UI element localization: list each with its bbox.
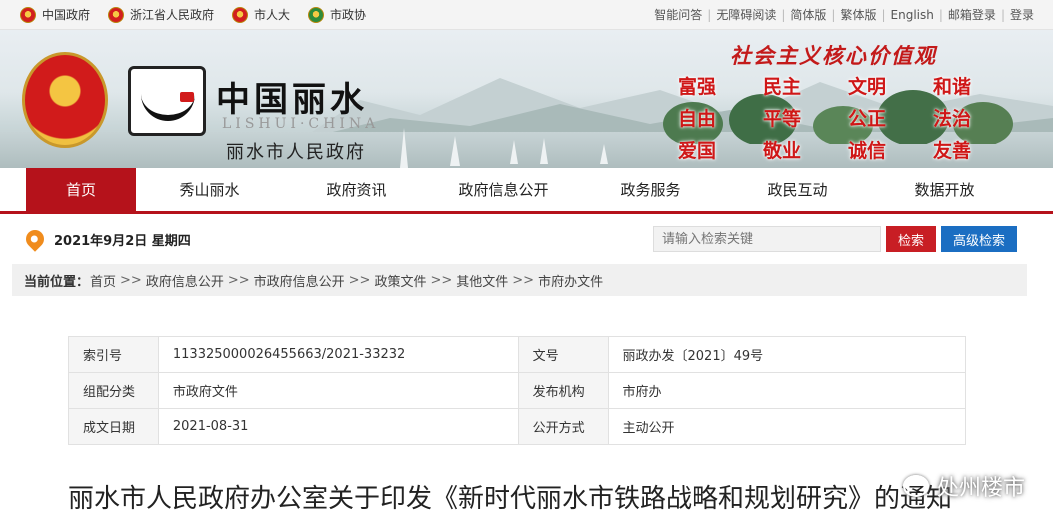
national-emblem-icon xyxy=(232,6,249,23)
current-date: 2021年9月2日 星期四 xyxy=(22,226,191,252)
date-text: 2021年9月2日 星期四 xyxy=(54,233,191,249)
core-value: 公正 xyxy=(848,108,887,130)
core-values-grid: 富强 民主 文明 和谐 自由 平等 公正 法治 爱国 敬业 诚信 友善 xyxy=(672,72,1012,163)
national-emblem-icon xyxy=(108,6,125,23)
breadcrumb-prefix: 当前位置： xyxy=(24,274,90,290)
top-bar: 中国政府 浙江省人民政府 市人大 市政协 智能问答 | 无障碍阅读 | 简体版 | 繁… xyxy=(0,0,1053,30)
search-area: 检索 高级检索 xyxy=(652,226,1017,252)
nav-interaction[interactable]: 政民互动 xyxy=(724,168,871,211)
util-simplified[interactable]: 简体版 xyxy=(785,6,831,23)
location-pin-icon xyxy=(22,226,48,252)
core-value: 法治 xyxy=(933,108,972,130)
main-nav: 首页 秀山丽水 政府资讯 政府信息公开 政务服务 政民互动 数据开放 xyxy=(0,168,1053,214)
document-title: 丽水市人民政府办公室关于印发《新时代丽水市铁路战略和规划研究》的通知 xyxy=(68,484,953,514)
info-value: 丽政办发〔2021〕49号 xyxy=(607,336,966,373)
core-value: 富强 xyxy=(678,76,717,98)
table-row: 成文日期 2021-08-31 公开方式 主动公开 xyxy=(68,408,966,445)
search-button[interactable]: 检索 xyxy=(885,226,936,252)
breadcrumb-separator: >> xyxy=(512,272,535,288)
header-banner: 中国丽水 LISHUI·CHINA 丽水市人民政府 社会主义核心价值观 富强 民… xyxy=(0,30,1053,168)
core-value: 文明 xyxy=(848,76,887,98)
national-emblem-icon xyxy=(22,52,108,148)
nav-info-disclosure[interactable]: 政府信息公开 xyxy=(430,168,577,211)
info-value: 市政府文件 xyxy=(157,372,519,409)
info-value: 市府办 xyxy=(607,372,966,409)
wechat-icon xyxy=(902,475,929,497)
lishui-logo-icon[interactable] xyxy=(128,66,206,136)
nav-gov-news[interactable]: 政府资讯 xyxy=(283,168,430,211)
breadcrumb-item[interactable]: 其他文件 xyxy=(455,271,509,290)
core-value: 爱国 xyxy=(678,140,717,162)
link-npc[interactable]: 市人大 xyxy=(232,6,290,23)
breadcrumb-separator: >> xyxy=(120,272,142,288)
logo-subtitle: 丽水市人民政府 xyxy=(226,142,366,163)
table-row: 组配分类 市政府文件 发布机构 市府办 xyxy=(68,372,966,409)
info-key: 成文日期 xyxy=(68,408,159,445)
link-central-gov[interactable]: 中国政府 xyxy=(20,6,90,23)
util-smart-qa[interactable]: 智能问答 xyxy=(649,6,707,23)
info-key: 组配分类 xyxy=(68,372,159,409)
core-value: 平等 xyxy=(763,108,802,130)
nav-xiushan-lishui[interactable]: 秀山丽水 xyxy=(136,168,283,211)
core-values-title: 社会主义核心价值观 xyxy=(730,43,937,68)
nav-gov-services[interactable]: 政务服务 xyxy=(577,168,724,211)
core-value: 友善 xyxy=(933,140,972,162)
sailboats-scenery xyxy=(400,128,608,168)
info-value: 2021-08-31 xyxy=(157,408,519,445)
breadcrumb-separator: >> xyxy=(430,272,453,288)
search-input[interactable] xyxy=(652,226,881,252)
util-accessibility[interactable]: 无障碍阅读 xyxy=(711,6,781,23)
logo-english: LISHUI·CHINA xyxy=(222,116,380,132)
logo-title[interactable]: 中国丽水 xyxy=(216,72,368,121)
info-key: 索引号 xyxy=(68,336,159,373)
breadcrumb-separator: >> xyxy=(348,272,371,288)
link-cppcc[interactable]: 市政协 xyxy=(308,6,366,23)
info-key: 公开方式 xyxy=(517,408,609,445)
table-row: 索引号 113325000026455663/2021-33232 文号 丽政办… xyxy=(68,336,966,373)
gov-links: 中国政府 浙江省人民政府 市人大 市政协 xyxy=(20,6,366,23)
nav-home[interactable]: 首页 xyxy=(26,168,136,211)
core-value: 民主 xyxy=(763,76,802,98)
breadcrumb-item[interactable]: 首页 xyxy=(89,271,117,290)
advanced-search-button[interactable]: 高级检索 xyxy=(940,226,1017,252)
info-value: 113325000026455663/2021-33232 xyxy=(157,336,519,373)
breadcrumb-separator: >> xyxy=(227,272,250,288)
logo-seal-mark xyxy=(180,92,194,102)
watermark-text: 处州楼市 xyxy=(936,476,1025,501)
nav-open-data[interactable]: 数据开放 xyxy=(871,168,1018,211)
util-traditional[interactable]: 繁体版 xyxy=(835,6,881,23)
watermark: 处州楼市 xyxy=(902,470,1025,502)
date-search-bar: 2021年9月2日 星期四 检索 高级检索 xyxy=(0,214,1053,264)
breadcrumb: 当前位置： 首页 >> 政府信息公开 >> 市政府信息公开 >> 政策文件 >> 其他文… xyxy=(12,264,1027,296)
core-value: 和谐 xyxy=(933,76,972,98)
link-zhejiang-gov[interactable]: 浙江省人民政府 xyxy=(108,6,214,23)
breadcrumb-item[interactable]: 市府办文件 xyxy=(537,271,604,290)
info-key: 文号 xyxy=(517,336,609,373)
cppcc-emblem-icon xyxy=(308,6,325,23)
utility-links: 智能问答 | 无障碍阅读 | 简体版 | 繁体版 | English | 邮箱登录 | 登录 xyxy=(649,6,1039,23)
util-english[interactable]: English xyxy=(886,8,939,22)
core-value: 自由 xyxy=(678,108,717,130)
breadcrumb-item[interactable]: 市政府信息公开 xyxy=(253,271,346,290)
breadcrumb-item[interactable]: 政策文件 xyxy=(373,271,427,290)
national-emblem-icon xyxy=(20,6,36,23)
breadcrumb-item[interactable]: 政府信息公开 xyxy=(145,271,225,290)
info-value: 主动公开 xyxy=(607,408,966,445)
info-key: 发布机构 xyxy=(517,372,609,409)
document-info-table: 索引号 113325000026455663/2021-33232 文号 丽政办… xyxy=(68,336,966,445)
util-login[interactable]: 登录 xyxy=(1005,6,1039,23)
util-mail-login[interactable]: 邮箱登录 xyxy=(943,6,1001,23)
core-value: 诚信 xyxy=(848,140,887,162)
core-value: 敬业 xyxy=(763,140,802,162)
